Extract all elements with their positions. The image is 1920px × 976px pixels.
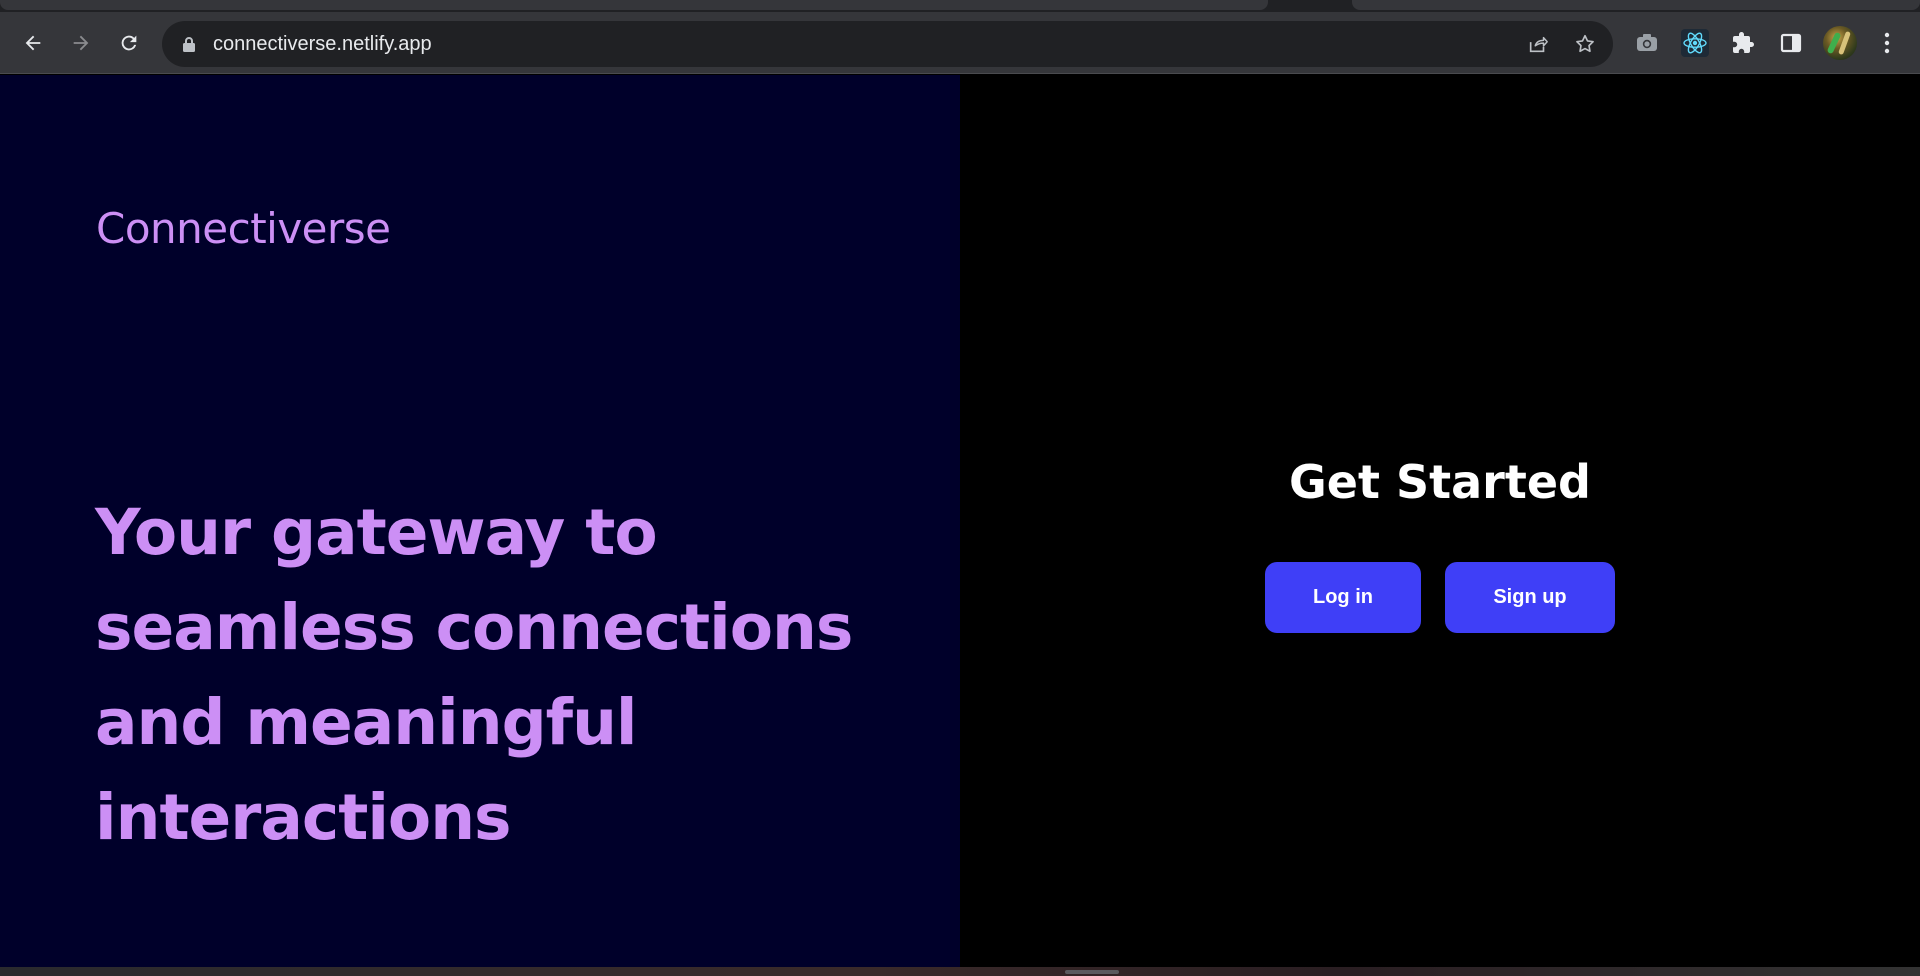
camera-icon[interactable] [1632, 28, 1662, 58]
signup-button[interactable]: Sign up [1445, 562, 1615, 633]
forward-button[interactable] [66, 28, 96, 58]
tab-area[interactable] [0, 0, 1268, 10]
bottom-edge [0, 967, 1920, 976]
reload-button[interactable] [114, 28, 144, 58]
headline-line: and meaningful [95, 686, 638, 759]
react-icon[interactable] [1680, 28, 1710, 58]
tab-area[interactable] [1352, 0, 1920, 10]
hero-headline: Your gateway to seamless connections and… [95, 485, 895, 865]
scroll-handle[interactable] [1065, 970, 1119, 974]
login-button[interactable]: Log in [1265, 562, 1421, 633]
auth-panel [960, 75, 1920, 967]
back-button[interactable] [18, 28, 48, 58]
headline-line: Your gateway to [95, 496, 658, 569]
headline-line: seamless connections [95, 591, 853, 664]
get-started-heading: Get Started [1289, 455, 1591, 509]
profile-avatar[interactable] [1823, 26, 1857, 60]
address-bar[interactable]: connectiverse.netlify.app [162, 21, 1613, 67]
reload-icon [121, 35, 137, 51]
side-panel-icon[interactable] [1776, 28, 1806, 58]
puzzle-icon[interactable] [1728, 28, 1758, 58]
arrow-right-icon [73, 35, 89, 51]
brand-logo-text[interactable]: Connectiverse [96, 204, 391, 253]
arrow-left-icon [25, 35, 41, 51]
kebab-menu-icon[interactable] [1872, 28, 1902, 58]
headline-line: interactions [95, 781, 512, 854]
lock-icon[interactable] [180, 35, 198, 53]
browser-toolbar: connectiverse.netlify.app [0, 12, 1920, 74]
tab-strip [0, 0, 1920, 12]
url-text[interactable]: connectiverse.netlify.app [213, 32, 432, 56]
star-icon[interactable] [1573, 32, 1597, 56]
page-viewport: Connectiverse Your gateway to seamless c… [0, 75, 1920, 967]
share-icon[interactable] [1526, 32, 1550, 56]
